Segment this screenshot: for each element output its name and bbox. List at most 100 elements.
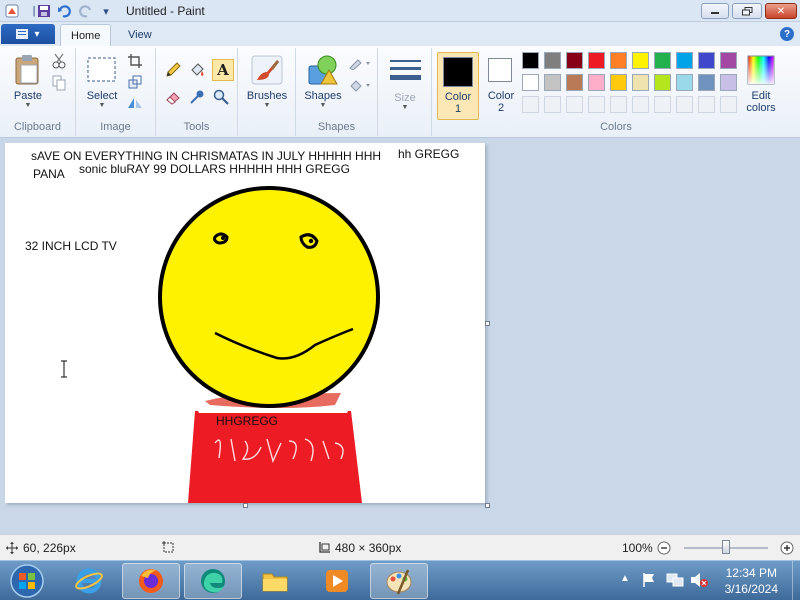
- customize-quick-access-icon[interactable]: ▾: [98, 3, 114, 19]
- line-size-icon: [389, 56, 421, 88]
- zoom-slider-thumb[interactable]: [722, 540, 730, 554]
- paste-icon: [12, 54, 44, 86]
- copy-icon[interactable]: [50, 74, 68, 92]
- show-desktop-button[interactable]: [792, 561, 800, 600]
- palette-swatch[interactable]: [544, 52, 561, 69]
- size-button[interactable]: Size ▼: [384, 56, 426, 112]
- drawing-canvas[interactable]: sAVE ON EVERYTHING IN CHRISMATAS IN JULY…: [5, 143, 485, 503]
- tab-home[interactable]: Home: [60, 24, 112, 46]
- edit-colors-button[interactable]: Edit colors: [741, 54, 781, 114]
- palette-swatch[interactable]: [654, 52, 671, 69]
- clipboard-group: Paste ▼ Clipboard: [0, 48, 76, 136]
- palette-swatch[interactable]: [720, 74, 737, 91]
- color2-button[interactable]: Color 2: [480, 52, 522, 120]
- palette-swatch[interactable]: [698, 74, 715, 91]
- custom-color-slot[interactable]: [588, 96, 605, 113]
- zoom-level: 100%: [622, 541, 653, 555]
- cursor-position: 60, 226px: [6, 541, 76, 555]
- shapes-group-label: Shapes: [317, 121, 356, 133]
- crop-icon[interactable]: [126, 52, 144, 70]
- palette-swatch[interactable]: [720, 52, 737, 69]
- shapes-icon: [307, 54, 339, 86]
- color-picker-icon[interactable]: [188, 88, 206, 106]
- canvas-resize-handle-right[interactable]: [485, 321, 490, 326]
- custom-color-slot[interactable]: [522, 96, 539, 113]
- volume-muted-icon[interactable]: [690, 572, 708, 591]
- palette-swatch[interactable]: [654, 74, 671, 91]
- paste-button[interactable]: Paste ▼: [8, 54, 48, 110]
- palette-swatch[interactable]: [632, 74, 649, 91]
- palette-swatch[interactable]: [632, 52, 649, 69]
- custom-color-slot[interactable]: [698, 96, 715, 113]
- close-button[interactable]: ✕: [765, 3, 797, 19]
- canvas-resize-handle-corner[interactable]: [485, 503, 490, 508]
- eraser-icon[interactable]: [164, 88, 182, 106]
- custom-color-slot[interactable]: [544, 96, 561, 113]
- start-button[interactable]: [2, 563, 52, 599]
- palette-swatch[interactable]: [676, 74, 693, 91]
- save-icon[interactable]: [36, 3, 52, 19]
- redo-icon[interactable]: [78, 3, 94, 19]
- pencil-icon[interactable]: [164, 61, 182, 79]
- minimize-button[interactable]: [701, 3, 729, 19]
- size-group: Size ▼: [378, 48, 432, 136]
- brushes-button[interactable]: Brushes ▼: [244, 54, 290, 110]
- palette-swatch[interactable]: [698, 52, 715, 69]
- canvas-workspace[interactable]: sAVE ON EVERYTHING IN CHRISMATAS IN JULY…: [0, 138, 800, 534]
- custom-color-slot[interactable]: [654, 96, 671, 113]
- window-title: Untitled - Paint: [126, 4, 205, 18]
- file-menu-button[interactable]: ▾: [1, 24, 55, 44]
- palette-swatch[interactable]: [566, 52, 583, 69]
- palette-swatch[interactable]: [544, 74, 561, 91]
- tab-view[interactable]: View: [118, 24, 162, 46]
- fill-with-color-icon[interactable]: [188, 61, 206, 79]
- shapes-button[interactable]: Shapes ▼: [300, 54, 346, 110]
- select-button[interactable]: Select ▼: [82, 54, 122, 110]
- show-hidden-icons-button[interactable]: ▲: [620, 573, 630, 584]
- internet-explorer-icon[interactable]: [60, 563, 118, 599]
- brushes-group: Brushes ▼: [238, 48, 296, 136]
- ribbon: Paste ▼ Clipboard Select ▼ Image A Tools…: [0, 46, 800, 138]
- system-clock[interactable]: 12:34 PM 3/16/2024: [725, 565, 778, 597]
- outline-icon[interactable]: [348, 54, 372, 72]
- magnifier-icon[interactable]: [212, 88, 230, 106]
- canvas-resize-handle-bottom[interactable]: [243, 503, 248, 508]
- zoom-in-button[interactable]: [780, 541, 794, 555]
- palette-swatch[interactable]: [588, 52, 605, 69]
- palette-swatch[interactable]: [588, 74, 605, 91]
- cut-icon[interactable]: [50, 52, 68, 70]
- fill-icon[interactable]: [348, 76, 372, 94]
- palette-swatch[interactable]: [522, 74, 539, 91]
- flag-icon[interactable]: [642, 572, 656, 591]
- colors-group-label: Colors: [600, 121, 632, 133]
- undo-icon[interactable]: [56, 3, 72, 19]
- media-player-icon[interactable]: [308, 563, 366, 599]
- custom-color-slot[interactable]: [610, 96, 627, 113]
- palette-swatch[interactable]: [610, 74, 627, 91]
- edge-icon[interactable]: [184, 563, 242, 599]
- resize-icon[interactable]: [126, 73, 144, 91]
- custom-color-slot[interactable]: [566, 96, 583, 113]
- zoom-out-button[interactable]: [657, 541, 671, 555]
- palette-swatch[interactable]: [610, 52, 627, 69]
- palette-swatch[interactable]: [676, 52, 693, 69]
- network-icon[interactable]: [666, 572, 684, 591]
- paint-taskbar-icon[interactable]: [370, 563, 428, 599]
- chevron-down-icon: ▼: [319, 102, 327, 109]
- palette-swatch[interactable]: [566, 74, 583, 91]
- rotate-icon[interactable]: [126, 94, 144, 112]
- maximize-button[interactable]: [732, 3, 762, 19]
- help-icon[interactable]: ?: [780, 27, 794, 41]
- color2-swatch: [488, 58, 512, 82]
- color1-button[interactable]: Color 1: [437, 52, 479, 120]
- firefox-icon[interactable]: [122, 563, 180, 599]
- image-group: Select ▼ Image: [76, 48, 156, 136]
- custom-color-slot[interactable]: [632, 96, 649, 113]
- file-explorer-icon[interactable]: [246, 563, 304, 599]
- selection-size: [162, 541, 174, 553]
- paint-app-icon[interactable]: [4, 3, 20, 19]
- custom-color-slot[interactable]: [676, 96, 693, 113]
- palette-swatch[interactable]: [522, 52, 539, 69]
- custom-color-slot[interactable]: [720, 96, 737, 113]
- text-tool-icon[interactable]: A: [212, 59, 234, 81]
